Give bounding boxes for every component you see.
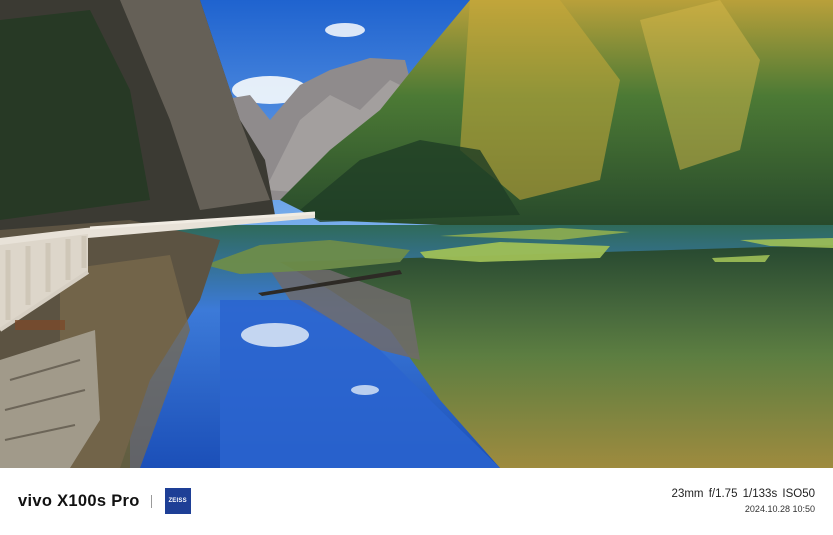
brand-group: vivo X100s Pro ZEISS [18,488,191,514]
exif-info: 23mm f/1.75 1/133s ISO50 2024.10.28 10:5… [672,488,815,514]
camera-watermark-bar: vivo X100s Pro ZEISS 23mm f/1.75 1/133s … [0,468,833,535]
landscape-photo [0,0,833,468]
cloud [325,23,365,37]
landscape-image [0,0,833,468]
camera-brand: vivo X100s Pro [18,491,140,510]
zeiss-logo-text: ZEISS [167,498,188,504]
exif-datetime: 2024.10.28 10:50 [744,504,815,514]
exif-settings: 23mm f/1.75 1/133s ISO50 [671,488,815,500]
zeiss-logo-icon: ZEISS [164,488,191,514]
divider [150,494,152,508]
